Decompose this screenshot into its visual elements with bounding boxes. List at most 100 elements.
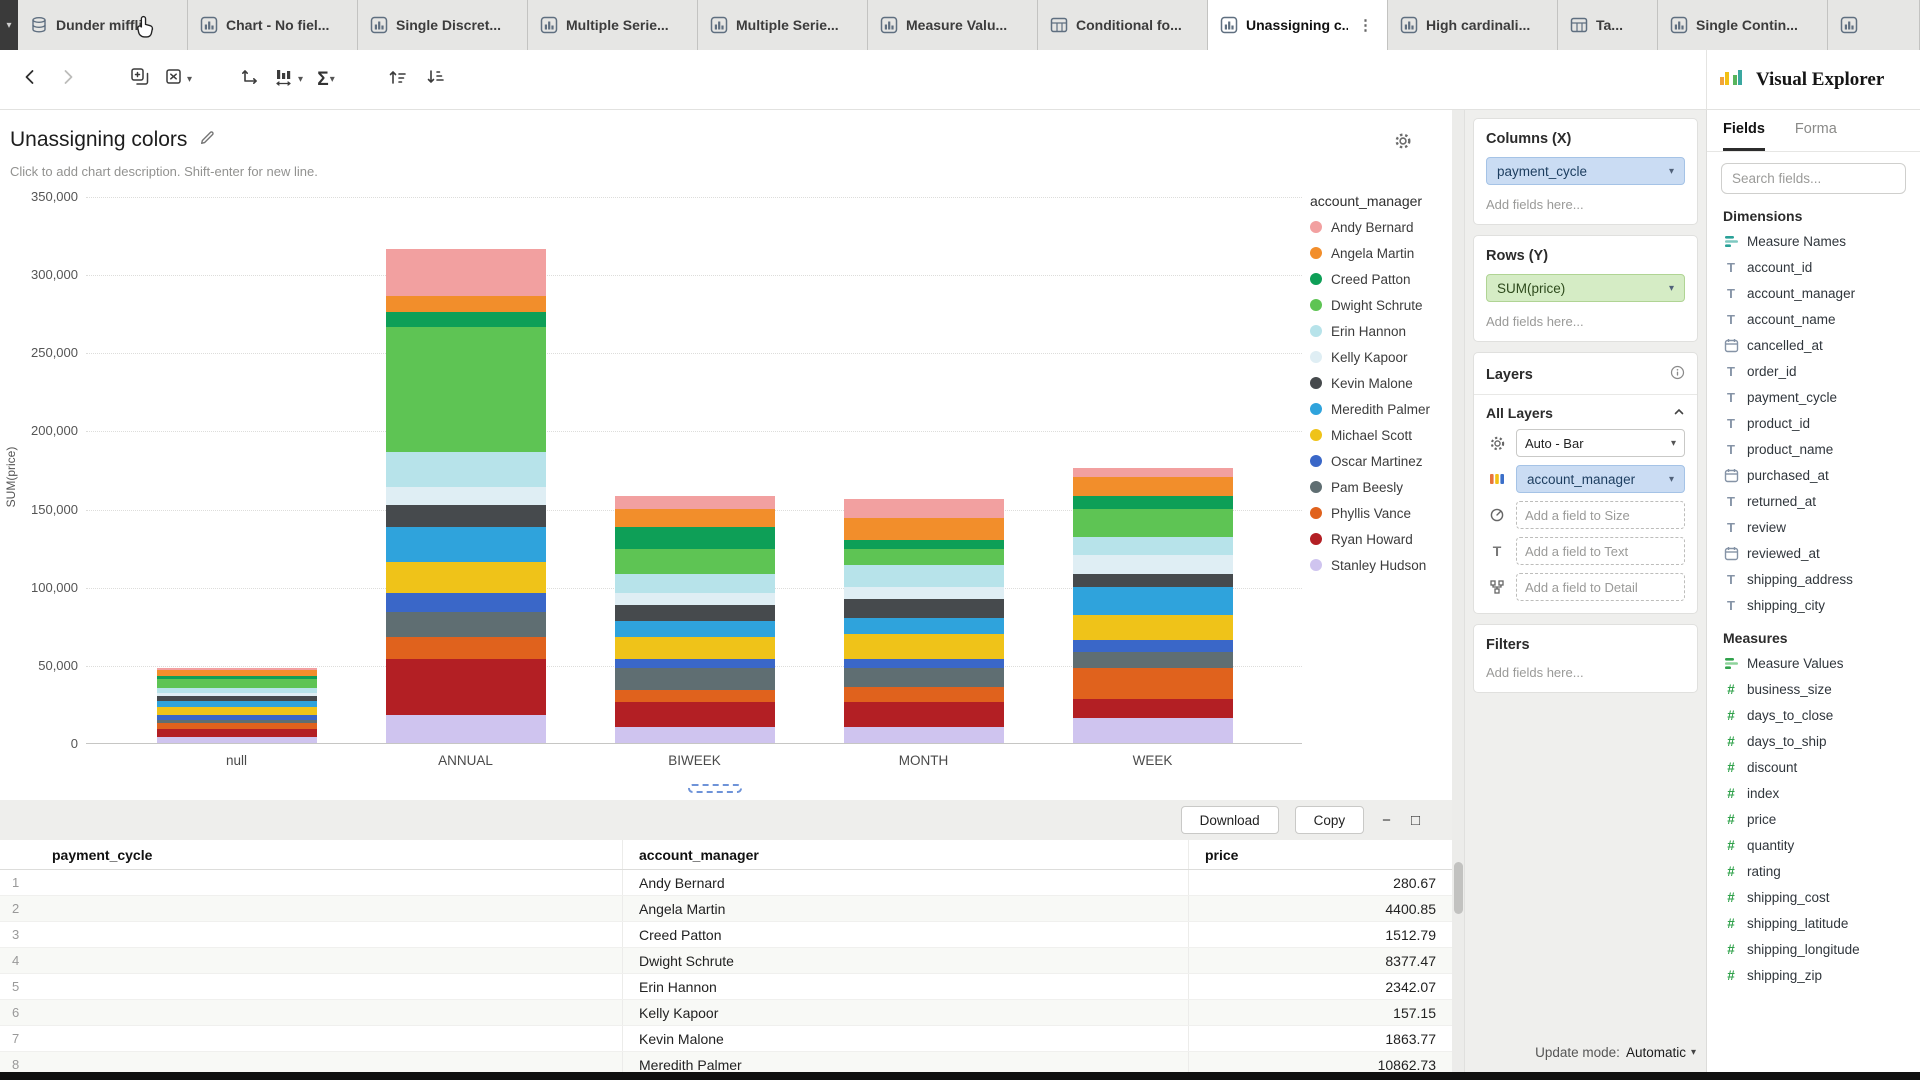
bar-segment[interactable] <box>157 688 317 693</box>
bar-segment[interactable] <box>615 549 775 574</box>
bar-segment[interactable] <box>844 499 1004 518</box>
bar-segment[interactable] <box>386 562 546 593</box>
tab-unassigning-c[interactable]: Unassigning c...⋮ <box>1208 0 1388 50</box>
tab-conditional-fo[interactable]: Conditional fo... <box>1038 0 1208 50</box>
bar-segment[interactable] <box>157 679 317 688</box>
bar-segment[interactable] <box>386 296 546 312</box>
bar-segment[interactable] <box>615 702 775 727</box>
field-shipping-city[interactable]: Tshipping_city <box>1723 592 1914 618</box>
legend-item[interactable]: Angela Martin <box>1310 240 1452 266</box>
bar-segment[interactable] <box>157 715 317 720</box>
histogram-button[interactable]: ▾ <box>272 62 304 98</box>
bar-segment[interactable] <box>157 729 317 737</box>
bar-segment[interactable] <box>157 723 317 729</box>
tab-overflow-button[interactable]: ▾ <box>0 0 18 50</box>
bar-segment[interactable] <box>844 549 1004 565</box>
bar-segment[interactable] <box>615 527 775 549</box>
field-account-name[interactable]: Taccount_name <box>1723 306 1914 332</box>
bar-segment[interactable] <box>157 668 317 670</box>
legend-item[interactable]: Creed Patton <box>1310 266 1452 292</box>
back-button[interactable] <box>14 62 46 98</box>
field-shipping-address[interactable]: Tshipping_address <box>1723 566 1914 592</box>
chart-settings-gear-icon[interactable] <box>1394 132 1412 155</box>
bar-segment[interactable] <box>844 565 1004 587</box>
table-row[interactable]: 1Andy Bernard280.67 <box>0 870 1452 896</box>
bar-segment[interactable] <box>1073 509 1233 537</box>
minimize-results-icon[interactable]: − <box>1380 813 1393 828</box>
sort-descending-button[interactable] <box>420 62 452 98</box>
bar-segment[interactable] <box>1073 496 1233 509</box>
field-account-id[interactable]: Taccount_id <box>1723 254 1914 280</box>
bar-segment[interactable] <box>386 312 546 328</box>
bar-segment[interactable] <box>157 693 317 696</box>
tab-multiple-serie[interactable]: Multiple Serie... <box>528 0 698 50</box>
field-measure-values[interactable]: Measure Values <box>1723 650 1914 676</box>
all-layers-toggle[interactable]: All Layers <box>1486 405 1685 421</box>
tab-menu-kebab-icon[interactable]: ⋮ <box>1356 16 1375 34</box>
legend-item[interactable]: Andy Bernard <box>1310 214 1452 240</box>
bar-segment[interactable] <box>844 618 1004 634</box>
column-header-payment-cycle[interactable]: payment_cycle <box>36 847 622 863</box>
field-measure-names[interactable]: Measure Names <box>1723 228 1914 254</box>
field-days-to-ship[interactable]: #days_to_ship <box>1723 728 1914 754</box>
bar-segment[interactable] <box>1073 477 1233 496</box>
bar-segment[interactable] <box>1073 574 1233 587</box>
field-cancelled-at[interactable]: cancelled_at <box>1723 332 1914 358</box>
tab-format[interactable]: Forma <box>1795 110 1837 151</box>
size-field-dropzone[interactable]: Add a field to Size <box>1516 501 1685 529</box>
bar-segment[interactable] <box>386 612 546 637</box>
bar-segment[interactable] <box>157 676 317 679</box>
tab-chart-no-fiel[interactable]: Chart - No fiel... <box>188 0 358 50</box>
field-shipping-cost[interactable]: #shipping_cost <box>1723 884 1914 910</box>
remove-chart-button[interactable]: ▾ <box>162 62 194 98</box>
field-search-input[interactable] <box>1721 163 1906 194</box>
bar-segment[interactable] <box>844 540 1004 549</box>
info-icon[interactable] <box>1670 365 1685 384</box>
bar-segment[interactable] <box>844 727 1004 743</box>
legend-item[interactable]: Kelly Kapoor <box>1310 344 1452 370</box>
copy-button[interactable]: Copy <box>1295 806 1365 834</box>
bar-segment[interactable] <box>615 659 775 668</box>
field-quantity[interactable]: #quantity <box>1723 832 1914 858</box>
tab-blank[interactable] <box>1828 0 1920 50</box>
bar-segment[interactable] <box>386 637 546 659</box>
bar-segment[interactable] <box>386 593 546 612</box>
bar-segment[interactable] <box>844 668 1004 687</box>
field-purchased-at[interactable]: purchased_at <box>1723 462 1914 488</box>
bar-segment[interactable] <box>615 509 775 528</box>
chart-title[interactable]: Unassigning colors <box>10 128 187 152</box>
legend-item[interactable]: Stanley Hudson <box>1310 552 1452 578</box>
field-product-name[interactable]: Tproduct_name <box>1723 436 1914 462</box>
table-row[interactable]: 5Erin Hannon2342.07 <box>0 974 1452 1000</box>
table-row[interactable]: 2Angela Martin4400.85 <box>0 896 1452 922</box>
bar-segment[interactable] <box>157 670 317 676</box>
bar-segment[interactable] <box>615 593 775 606</box>
update-mode-select[interactable]: Automatic ▾ <box>1626 1045 1696 1060</box>
bar-segment[interactable] <box>386 249 546 296</box>
duplicate-chart-button[interactable] <box>124 62 156 98</box>
tab-high-cardinali[interactable]: High cardinali... <box>1388 0 1558 50</box>
download-button[interactable]: Download <box>1181 806 1279 834</box>
legend-item[interactable]: Erin Hannon <box>1310 318 1452 344</box>
legend-item[interactable]: Michael Scott <box>1310 422 1452 448</box>
table-row[interactable]: 3Creed Patton1512.79 <box>0 922 1452 948</box>
bar-segment[interactable] <box>844 659 1004 668</box>
bar-segment[interactable] <box>615 727 775 743</box>
field-shipping-zip[interactable]: #shipping_zip <box>1723 962 1914 988</box>
forward-button[interactable] <box>52 62 84 98</box>
field-product-id[interactable]: Tproduct_id <box>1723 410 1914 436</box>
bar-segment[interactable] <box>1073 468 1233 477</box>
bar-segment[interactable] <box>615 621 775 637</box>
table-row[interactable]: 6Kelly Kapoor157.15 <box>0 1000 1452 1026</box>
bar-segment[interactable] <box>615 668 775 690</box>
bar-segment[interactable] <box>157 696 317 701</box>
tab-measure-valu[interactable]: Measure Valu... <box>868 0 1038 50</box>
detail-field-dropzone[interactable]: Add a field to Detail <box>1516 573 1685 601</box>
bar-segment[interactable] <box>844 702 1004 727</box>
field-discount[interactable]: #discount <box>1723 754 1914 780</box>
tab-single-contin[interactable]: Single Contin... <box>1658 0 1828 50</box>
edit-title-pencil-icon[interactable] <box>199 129 216 151</box>
legend-item[interactable]: Pam Beesly <box>1310 474 1452 500</box>
tab-multiple-serie[interactable]: Multiple Serie... <box>698 0 868 50</box>
bar-segment[interactable] <box>157 737 317 743</box>
